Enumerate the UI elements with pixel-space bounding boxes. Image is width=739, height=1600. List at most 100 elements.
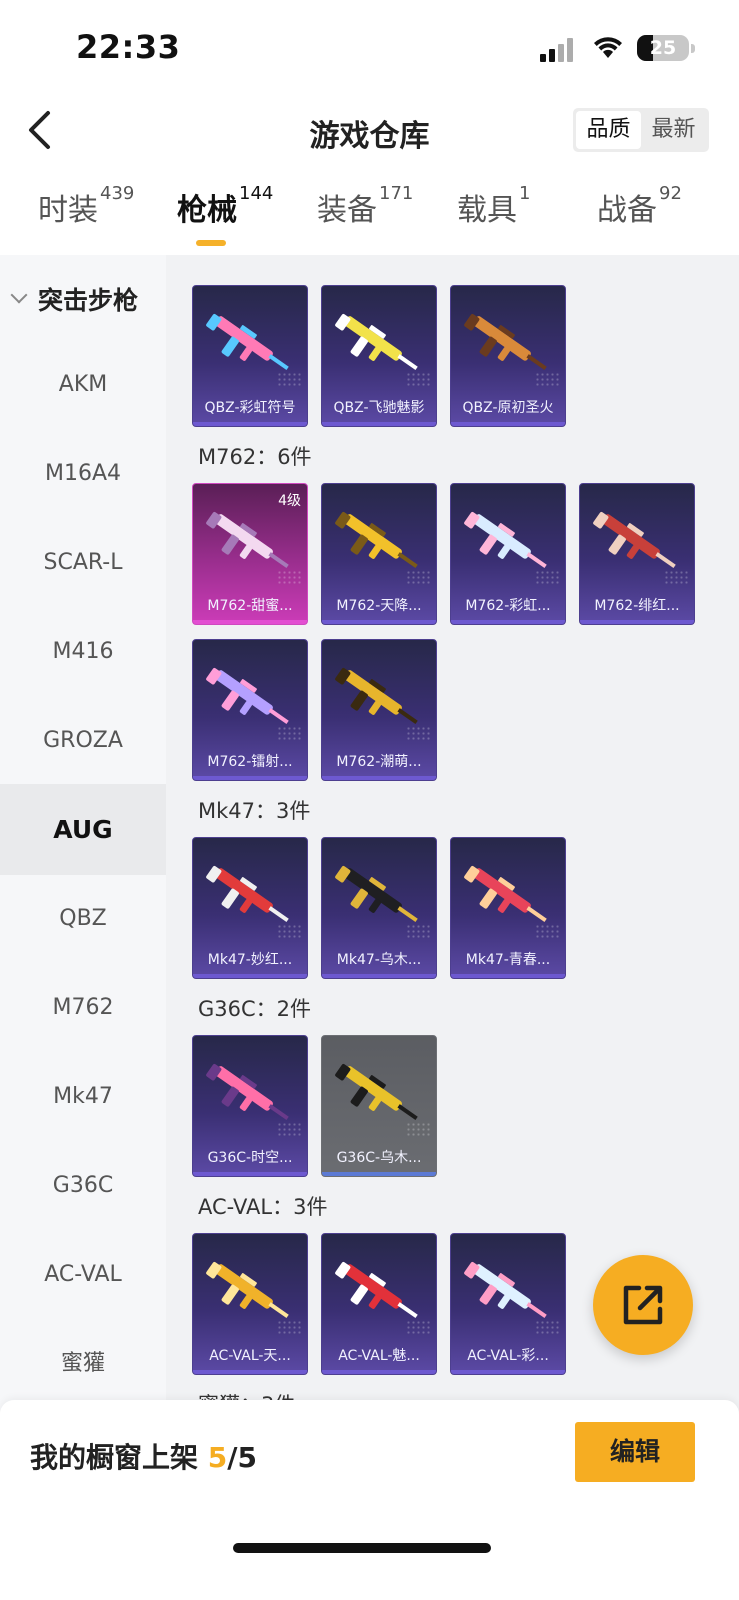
rarity-bar (322, 776, 436, 780)
weapon-skin-name: G36C-乌木... (336, 1150, 422, 1166)
rarity-bar (193, 620, 307, 624)
sidebar-item[interactable]: 蜜獾 (0, 1318, 166, 1409)
card-pattern (277, 726, 301, 740)
card-pattern (535, 570, 559, 584)
rarity-bar (193, 974, 307, 978)
share-button[interactable] (593, 1255, 693, 1355)
card-pattern (277, 570, 301, 584)
weapon-sidebar: 突击步枪 AKM M16A4 SCAR-L M416 GROZA AUG QBZ M762 Mk… (0, 255, 166, 1430)
card-pattern (406, 726, 430, 740)
showcase-panel: 我的橱窗上架 5/5 编辑 (0, 1400, 739, 1600)
showcase-count: 5 (207, 1441, 228, 1474)
weapon-skin-card[interactable]: M762-天降... (321, 483, 437, 625)
rarity-bar (322, 620, 436, 624)
tab-firearms[interactable]: 枪械 144 (177, 183, 273, 245)
section-label: AC-VAL：3件 (198, 1195, 328, 1219)
status-bar: 22:33 25 (0, 0, 739, 90)
weapon-skin-name: M762-甜蜜... (207, 598, 293, 614)
weapon-skin-name: Mk47-妙红... (207, 952, 293, 968)
card-pattern (406, 372, 430, 386)
weapon-skin-card[interactable]: G36C-时空... (192, 1035, 308, 1177)
sidebar-item[interactable]: AC-VAL (0, 1229, 166, 1320)
rarity-bar (322, 422, 436, 426)
weapon-skin-card[interactable]: M762-绯红... (579, 483, 695, 625)
wifi-icon (594, 37, 622, 58)
card-pattern (535, 924, 559, 938)
battery-level: 25 (649, 37, 677, 59)
category-tabs: 时装 439 枪械 144 装备 171 载具 1 战备 92 (0, 183, 739, 255)
sidebar-item[interactable]: QBZ (0, 873, 166, 964)
sort-quality-option[interactable]: 品质 (576, 111, 641, 149)
card-pattern (277, 1320, 301, 1334)
tab-label: 装备 (317, 193, 377, 228)
sidebar-item[interactable]: M762 (0, 962, 166, 1053)
rarity-bar (451, 620, 565, 624)
share-icon (623, 1285, 663, 1325)
sidebar-item[interactable]: G36C (0, 1140, 166, 1231)
weapon-skin-card[interactable]: M762-彩虹... (450, 483, 566, 625)
weapon-skin-card[interactable]: Mk47-青春... (450, 837, 566, 979)
tab-equipment[interactable]: 装备 171 (317, 183, 414, 245)
rarity-bar (451, 974, 565, 978)
weapon-skin-card[interactable]: 4级 M762-甜蜜... (192, 483, 308, 625)
battery-tip (691, 44, 695, 53)
weapon-skin-name: AC-VAL-天... (209, 1348, 291, 1364)
weapon-skin-name: QBZ-原初圣火 (462, 400, 554, 416)
sidebar-item[interactable]: M416 (0, 606, 166, 697)
rarity-bar (580, 620, 694, 624)
tab-count: 1 (519, 183, 531, 204)
weapon-skin-card[interactable]: AC-VAL-天... (192, 1233, 308, 1375)
weapon-skin-card[interactable]: AC-VAL-彩... (450, 1233, 566, 1375)
sidebar-item[interactable]: SCAR-L (0, 517, 166, 608)
rarity-bar (322, 1370, 436, 1374)
sidebar-item[interactable]: AUG (0, 784, 166, 875)
sidebar-item[interactable]: Mk47 (0, 1051, 166, 1142)
card-pattern (664, 570, 688, 584)
weapon-skin-name: Mk47-乌木... (336, 952, 422, 968)
weapon-skin-name: M762-彩虹... (465, 598, 551, 614)
card-pattern (406, 570, 430, 584)
card-pattern (277, 924, 301, 938)
sidebar-group-label: 突击步枪 (38, 286, 139, 315)
rarity-bar (193, 1172, 307, 1176)
weapon-skin-name: QBZ-彩虹符号 (204, 400, 296, 416)
rarity-bar (451, 1370, 565, 1374)
sidebar-item[interactable]: AKM (0, 339, 166, 430)
weapon-skin-name: M762-潮萌... (336, 754, 422, 770)
tab-vehicles[interactable]: 载具 1 (457, 183, 531, 245)
showcase-label: 我的橱窗上架 (30, 1441, 199, 1474)
battery-icon: 25 (637, 35, 689, 61)
sort-toggle: 品质 最新 (573, 108, 709, 152)
tab-supplies[interactable]: 战备 92 (597, 183, 682, 245)
showcase-status: 我的橱窗上架 5/5 (30, 1436, 257, 1476)
weapon-skin-card[interactable]: M762-潮萌... (321, 639, 437, 781)
weapon-skin-card[interactable]: M762-镭射... (192, 639, 308, 781)
weapon-skin-name: Mk47-青春... (465, 952, 551, 968)
edit-button[interactable]: 编辑 (575, 1422, 695, 1482)
status-time: 22:33 (76, 28, 181, 66)
weapon-skin-card[interactable]: AC-VAL-魅... (321, 1233, 437, 1375)
tab-count: 92 (659, 183, 682, 204)
rarity-bar (322, 974, 436, 978)
sidebar-group-assault-rifles[interactable]: 突击步枪 (0, 255, 166, 339)
weapon-skin-card[interactable]: QBZ-原初圣火 (450, 285, 566, 427)
weapon-skin-card[interactable]: Mk47-妙红... (192, 837, 308, 979)
weapon-skin-card[interactable]: QBZ-飞驰魅影 (321, 285, 437, 427)
chevron-down-icon (10, 286, 28, 304)
weapon-skin-card[interactable]: QBZ-彩虹符号 (192, 285, 308, 427)
weapon-grid: QBZ-彩虹符号 QBZ-飞驰魅影 QBZ-原初圣火 M762：6件 4级 M762-甜蜜… (166, 255, 739, 1430)
weapon-skin-card[interactable]: Mk47-乌木... (321, 837, 437, 979)
tab-count: 171 (379, 183, 414, 204)
cellular-signal-icon (540, 38, 580, 62)
weapon-skin-name: AC-VAL-彩... (467, 1348, 549, 1364)
tab-fashion[interactable]: 时装 439 (38, 183, 134, 245)
tab-label: 枪械 (177, 193, 237, 228)
rarity-bar (193, 1370, 307, 1374)
sidebar-item[interactable]: GROZA (0, 695, 166, 786)
weapon-skin-card[interactable]: G36C-乌木... (321, 1035, 437, 1177)
sort-newest-option[interactable]: 最新 (641, 111, 706, 149)
card-pattern (406, 924, 430, 938)
active-tab-indicator (196, 240, 226, 246)
tab-label: 战备 (597, 193, 657, 228)
sidebar-item[interactable]: M16A4 (0, 428, 166, 519)
